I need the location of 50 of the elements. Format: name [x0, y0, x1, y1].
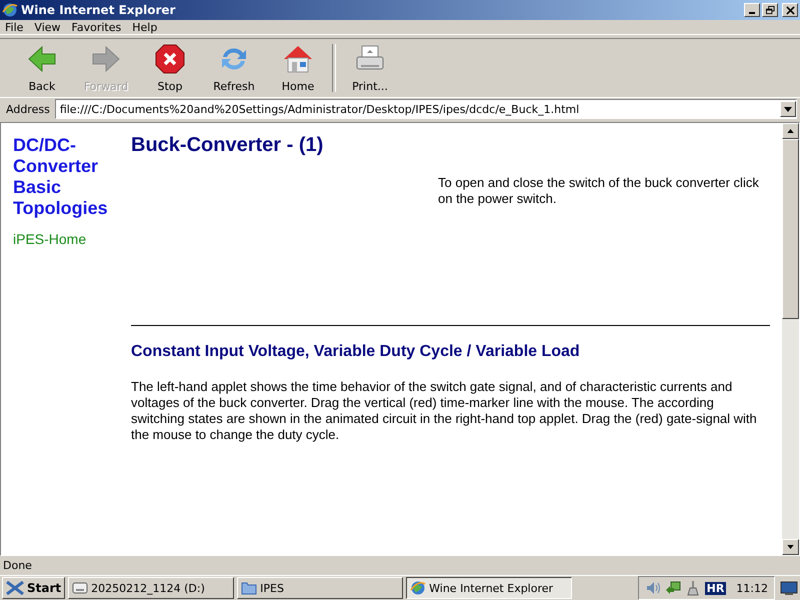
menu-item[interactable]: Favorites: [66, 20, 128, 34]
left-arrow-icon: [26, 43, 58, 75]
print-button[interactable]: Print...: [338, 41, 402, 95]
section-heading: Constant Input Voltage, Variable Duty Cycle / Variable Load: [131, 343, 581, 361]
folder-icon: [241, 580, 258, 596]
refresh-button[interactable]: Refresh: [202, 41, 266, 95]
broom-icon[interactable]: [684, 580, 701, 596]
globe-icon: [410, 580, 426, 596]
up-caret-icon: [787, 129, 794, 133]
network-icon[interactable]: [664, 580, 681, 596]
globe-icon: [2, 2, 18, 18]
stop-icon: [154, 43, 186, 75]
window-title: Wine Internet Explorer: [21, 3, 176, 17]
back-button[interactable]: Back: [10, 41, 74, 95]
close-icon: [786, 6, 794, 14]
minimize-icon: [749, 12, 755, 14]
right-arrow-icon: [90, 43, 122, 75]
menu-item[interactable]: View: [29, 20, 67, 34]
menu-item[interactable]: File: [0, 20, 30, 34]
minimize-button[interactable]: [744, 3, 760, 17]
taskbar-button[interactable]: 20250212_1124 (D:): [68, 577, 234, 599]
clock: 11:12: [736, 582, 768, 594]
scroll-up-button[interactable]: [782, 123, 799, 139]
address-field[interactable]: file:///C:/Documents%20and%20Settings/Administrator/Desktop/IPES/ipes/dcdc/e_Buck_1.html: [54, 99, 797, 119]
scroll-thumb[interactable]: [782, 139, 799, 319]
close-button[interactable]: [782, 3, 798, 17]
restore-icon: [766, 6, 774, 14]
monitor-icon[interactable]: [780, 580, 798, 596]
dropdown-button[interactable]: [780, 101, 796, 117]
instruction-text: To open and close the switch of the buck converter click on the power switch.: [438, 175, 760, 208]
stop-button[interactable]: Stop: [138, 41, 202, 95]
language-indicator[interactable]: HR: [704, 582, 726, 594]
home-button[interactable]: Home: [266, 41, 330, 95]
drive-icon: [72, 580, 88, 596]
caret-icon: [784, 106, 792, 112]
status-text: Done: [3, 559, 32, 572]
x-logo-icon: [6, 581, 24, 595]
house-icon: [282, 43, 314, 75]
taskbar-button[interactable]: Wine Internet Explorer: [406, 577, 572, 599]
menu-item[interactable]: Help: [127, 20, 164, 34]
start-button[interactable]: Start: [2, 577, 66, 599]
restore-button[interactable]: [762, 3, 778, 17]
address-label: Address: [6, 102, 50, 116]
taskbar-button[interactable]: IPES: [237, 577, 404, 599]
paragraph: The left-hand applet shows the time behavior of the switch gate signal, and of characteristic currents and voltages of the buck converter. Drag the vertical (red) time-marker line with the mouse. The according switching states are shown in the animated circuit in the right-hand top applet. Drag the (red) gate-signal with the mouse to change the duty cycle.: [131, 379, 758, 443]
page-heading: Buck-Converter - (1): [131, 134, 324, 157]
scroll-down-button[interactable]: [782, 539, 799, 555]
nav-title: DC/DC-Converter Basic Topologies: [13, 135, 109, 219]
down-caret-icon: [787, 545, 794, 549]
home-link[interactable]: iPES-Home: [13, 231, 86, 247]
